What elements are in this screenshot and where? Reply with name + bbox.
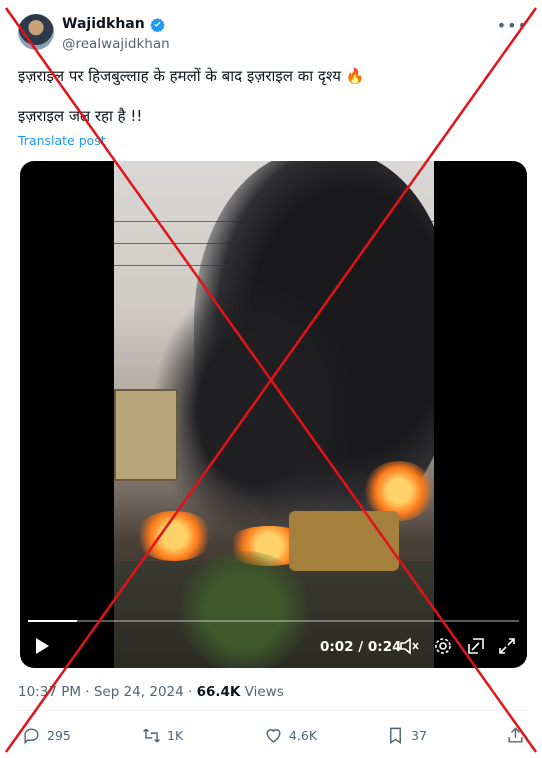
reply-count: 295 (47, 728, 71, 743)
video-progress-fill (28, 620, 78, 622)
heart-icon (266, 729, 281, 743)
video-frame (114, 161, 434, 668)
more-options-icon[interactable]: ••• (497, 16, 528, 35)
mute-icon[interactable] (400, 637, 420, 655)
fire-flame (134, 511, 214, 561)
repost-count: 1K (167, 728, 184, 743)
divider (18, 710, 528, 711)
post-meta: 10:37 PM · Sep 24, 2024 · 66.4K Views (18, 684, 284, 700)
picture-in-picture-icon[interactable] (467, 637, 485, 655)
reply-icon (24, 728, 39, 745)
like-button[interactable]: 4.6K (264, 726, 317, 745)
settings-gear-icon[interactable] (434, 637, 452, 655)
author-display-name[interactable]: Wajidkhan (62, 16, 145, 32)
action-bar: 295 1K 4.6K 37 (18, 726, 528, 750)
post-timestamp[interactable]: 10:37 PM · Sep 24, 2024 · (18, 684, 197, 700)
verified-badge-icon (149, 17, 165, 32)
truck (289, 511, 399, 571)
reply-button[interactable]: 295 (22, 726, 71, 745)
views-label: Views (240, 684, 284, 700)
bookmark-count: 37 (411, 728, 427, 743)
video-time: 0:02 / 0:24 (320, 639, 402, 655)
smoke-plume (154, 281, 354, 541)
repost-icon (143, 728, 160, 743)
repost-button[interactable]: 1K (142, 726, 183, 745)
bookmark-button[interactable]: 37 (386, 726, 427, 745)
share-button[interactable] (506, 726, 525, 745)
video-player[interactable]: 0:02 / 0:24 (20, 161, 527, 668)
like-count: 4.6K (289, 728, 318, 743)
play-icon[interactable] (34, 637, 50, 655)
video-progress-bar[interactable] (28, 620, 519, 622)
bookmark-icon (390, 727, 401, 744)
post-header: Wajidkhan @realwajidkhan ••• (18, 14, 528, 56)
views-count: 66.4K (196, 684, 241, 700)
avatar[interactable] (18, 14, 54, 50)
shop-sign (114, 389, 178, 481)
share-icon (508, 727, 523, 743)
post-text-line-2: इज़राइल जल रहा है !! (18, 107, 143, 125)
author-name-row: Wajidkhan (62, 16, 165, 32)
fullscreen-icon[interactable] (498, 637, 516, 655)
post-text-line-1: इज़राइल पर हिजबुल्लाह के हमलों के बाद इज… (18, 67, 365, 85)
translate-post-link[interactable]: Translate post (18, 133, 106, 148)
author-handle[interactable]: @realwajidkhan (62, 36, 170, 52)
video-controls: 0:02 / 0:24 (20, 631, 527, 661)
